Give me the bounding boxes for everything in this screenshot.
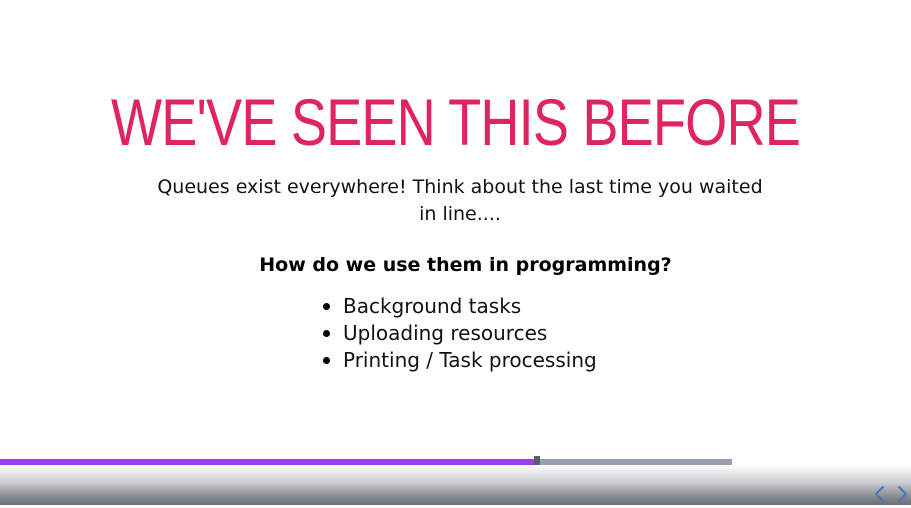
bullet-dot-icon — [323, 303, 330, 310]
slide-title: WE'VE SEEN THIS BEFORE — [110, 85, 801, 159]
bullet-dot-icon — [323, 330, 330, 337]
bullet-text: Background tasks — [343, 294, 522, 318]
bullet-list: Background tasks Uploading resources Pri… — [322, 293, 597, 374]
chevron-right-icon — [897, 485, 908, 503]
bullet-item: Uploading resources — [322, 320, 597, 347]
chevron-left-icon — [874, 485, 885, 503]
bullet-item: Printing / Task processing — [322, 347, 597, 374]
slide-question: How do we use them in programming? — [259, 254, 672, 276]
bullet-text: Uploading resources — [343, 321, 548, 345]
bullet-item: Background tasks — [322, 293, 597, 320]
previous-slide-button[interactable] — [873, 485, 887, 503]
slide-intro-text: Queues exist everywhere! Think about the… — [157, 176, 763, 225]
bullet-dot-icon — [323, 357, 330, 364]
bullet-text: Printing / Task processing — [343, 348, 597, 372]
player-control-bar — [0, 465, 911, 505]
next-slide-button[interactable] — [895, 485, 909, 503]
slide: WE'VE SEEN THIS BEFORE Queues exist ever… — [0, 0, 911, 505]
